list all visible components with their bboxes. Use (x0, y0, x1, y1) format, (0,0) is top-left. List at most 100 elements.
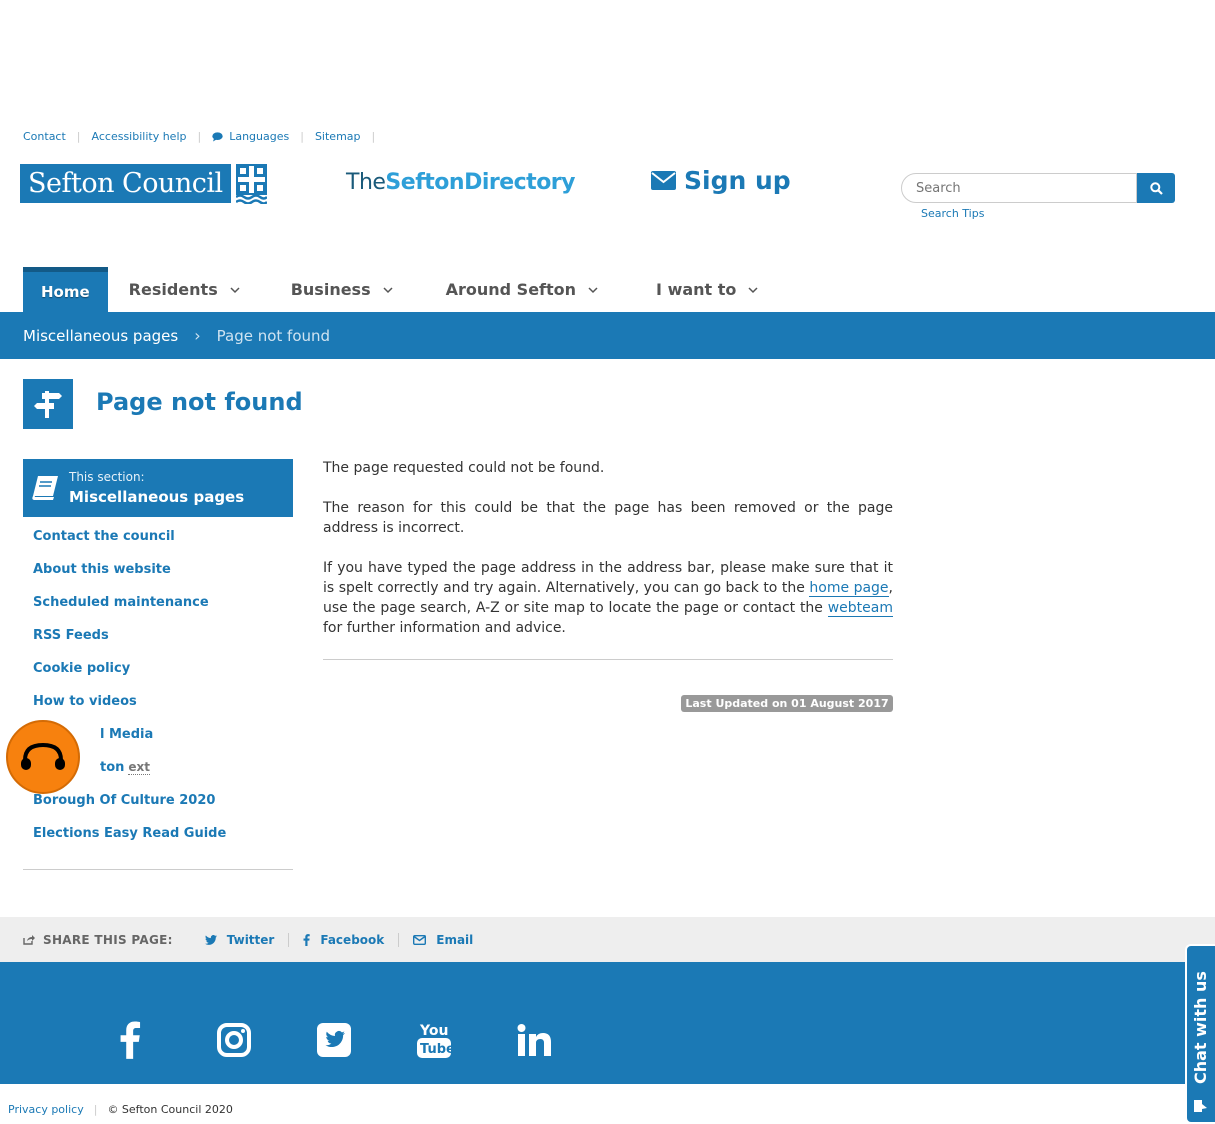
sidebar-item-cookie-policy[interactable]: Cookie policy (33, 661, 130, 676)
sidebar-item-how-to-videos[interactable]: How to videos (33, 694, 137, 709)
list-item: Scheduled maintenance (23, 583, 293, 616)
sefton-directory-link[interactable]: TheSeftonDirectory (346, 170, 575, 195)
search-tips-link[interactable]: Search Tips (921, 207, 984, 220)
main-content: The page requested could not be found. T… (323, 458, 893, 658)
sidebar-item-borough-of-culture[interactable]: Borough Of Culture 2020 (33, 793, 215, 808)
chevron-down-icon (230, 286, 240, 293)
languages-link[interactable]: Languages (212, 130, 289, 143)
read-aloud-button[interactable] (6, 720, 80, 794)
sidebar-divider (23, 869, 293, 870)
sidebar-item-social-media[interactable]: l Media (100, 727, 153, 742)
list-item: RSS Feeds (23, 616, 293, 649)
instagram-link[interactable] (214, 1018, 254, 1062)
home-page-link[interactable]: home page (809, 580, 889, 597)
share-email-label: Email (436, 932, 474, 947)
sidebar-item-elections-easy-read[interactable]: Elections Easy Read Guide (33, 826, 226, 841)
list-item: About this website (23, 550, 293, 583)
chevron-down-icon (588, 286, 598, 293)
section-name: Miscellaneous pages (69, 488, 245, 506)
speech-bubble-icon (212, 131, 223, 141)
twitter-link[interactable] (314, 1018, 354, 1062)
content-paragraph: The page requested could not be found. (323, 460, 605, 476)
privacy-policy-link[interactable]: Privacy policy (8, 1103, 84, 1116)
crest-icon (235, 164, 267, 204)
search-input[interactable] (901, 173, 1137, 203)
last-updated-badge: Last Updated on 01 August 2017 (681, 695, 893, 712)
youtube-link[interactable]: You Tube (414, 1018, 454, 1062)
nav-residents[interactable]: Residents (108, 267, 259, 312)
chat-icon (1194, 1100, 1207, 1112)
book-icon (32, 476, 58, 500)
envelope-icon (651, 171, 676, 190)
share-facebook-label: Facebook (320, 932, 385, 947)
sidebar-item-contact-the-council[interactable]: Contact the council (33, 529, 175, 544)
content-paragraph: If you have typed the page address in th… (323, 558, 893, 638)
sidebar-item-rss-feeds[interactable]: RSS Feeds (33, 628, 109, 643)
breadcrumb-separator: › (194, 326, 201, 345)
external-marker: ext (128, 760, 151, 775)
list-item: Elections Easy Read Guide (23, 814, 293, 847)
linkedin-icon (517, 1024, 551, 1056)
content-paragraph: The reason for this could be that the pa… (323, 500, 893, 536)
nav-residents-label: Residents (128, 280, 218, 299)
breadcrumb-current: Page not found (216, 326, 331, 345)
section-sidebar: This section: Miscellaneous pages Contac… (23, 459, 293, 870)
facebook-link[interactable] (110, 1018, 150, 1062)
sidebar-item-external[interactable]: ton (100, 760, 124, 775)
svg-text:Tube: Tube (420, 1042, 451, 1057)
divider: | (76, 130, 81, 143)
nav-around-sefton[interactable]: Around Sefton (414, 267, 619, 312)
chevron-down-icon (748, 286, 758, 293)
share-icon (23, 935, 35, 945)
list-item: Cookie policy (23, 649, 293, 682)
list-item: How to videos (23, 682, 293, 715)
utility-bar: Contact | Accessibility help | Languages… (23, 130, 386, 143)
divider: | (93, 1103, 98, 1116)
svg-text:You: You (419, 1023, 448, 1039)
instagram-icon (217, 1023, 251, 1057)
content-text: for further information and advice. (323, 620, 566, 636)
share-email-link[interactable]: Email (413, 933, 473, 947)
search-button[interactable] (1137, 173, 1175, 203)
copyright: © Sefton Council 2020 (107, 1103, 233, 1116)
sitemap-link[interactable]: Sitemap (315, 130, 361, 143)
search-form (901, 173, 1175, 203)
chat-with-us-tab[interactable]: Chat with us (1185, 944, 1215, 1124)
webteam-link[interactable]: webteam (827, 600, 893, 617)
page-title: Page not found (96, 388, 303, 416)
sidebar-item-scheduled-maintenance[interactable]: Scheduled maintenance (33, 595, 209, 610)
accessibility-help-link[interactable]: Accessibility help (92, 130, 187, 143)
share-bar: SHARE THIS PAGE: Twitter Facebook Email (0, 917, 1215, 962)
sefton-council-logo[interactable]: Sefton Council (20, 164, 267, 204)
share-twitter-link[interactable]: Twitter (204, 932, 275, 947)
contact-link[interactable]: Contact (23, 130, 66, 143)
linkedin-link[interactable] (514, 1018, 554, 1062)
signpost-icon (23, 379, 73, 429)
share-twitter-label: Twitter (226, 932, 275, 947)
divider: | (300, 130, 304, 143)
facebook-icon (120, 1021, 141, 1059)
content-divider (323, 659, 893, 660)
nav-home[interactable]: Home (23, 267, 108, 312)
divider: | (371, 130, 376, 143)
nav-iwant-label: I want to (656, 280, 737, 299)
twitter-icon (204, 934, 217, 945)
sign-up-label: Sign up (684, 166, 791, 195)
directory-the: The (346, 170, 386, 195)
nav-business-label: Business (290, 280, 371, 299)
breadcrumb: Miscellaneous pages › Page not found (0, 312, 1215, 359)
divider (398, 932, 400, 947)
directory-directory: Directory (464, 170, 575, 195)
nav-business[interactable]: Business (259, 267, 414, 312)
nav-around-label: Around Sefton (445, 280, 577, 299)
nav-i-want-to[interactable]: I want to (619, 267, 779, 312)
section-caption: This section: (69, 470, 145, 484)
list-item: Contact the council (23, 517, 293, 550)
share-facebook-link[interactable]: Facebook (303, 933, 384, 947)
sidebar-item-about-this-website[interactable]: About this website (33, 562, 171, 577)
sign-up-button[interactable]: Sign up (651, 166, 791, 195)
youtube-icon: You Tube (417, 1023, 451, 1058)
divider (288, 932, 290, 947)
breadcrumb-parent-link[interactable]: Miscellaneous pages (23, 327, 178, 345)
facebook-icon (303, 933, 311, 946)
